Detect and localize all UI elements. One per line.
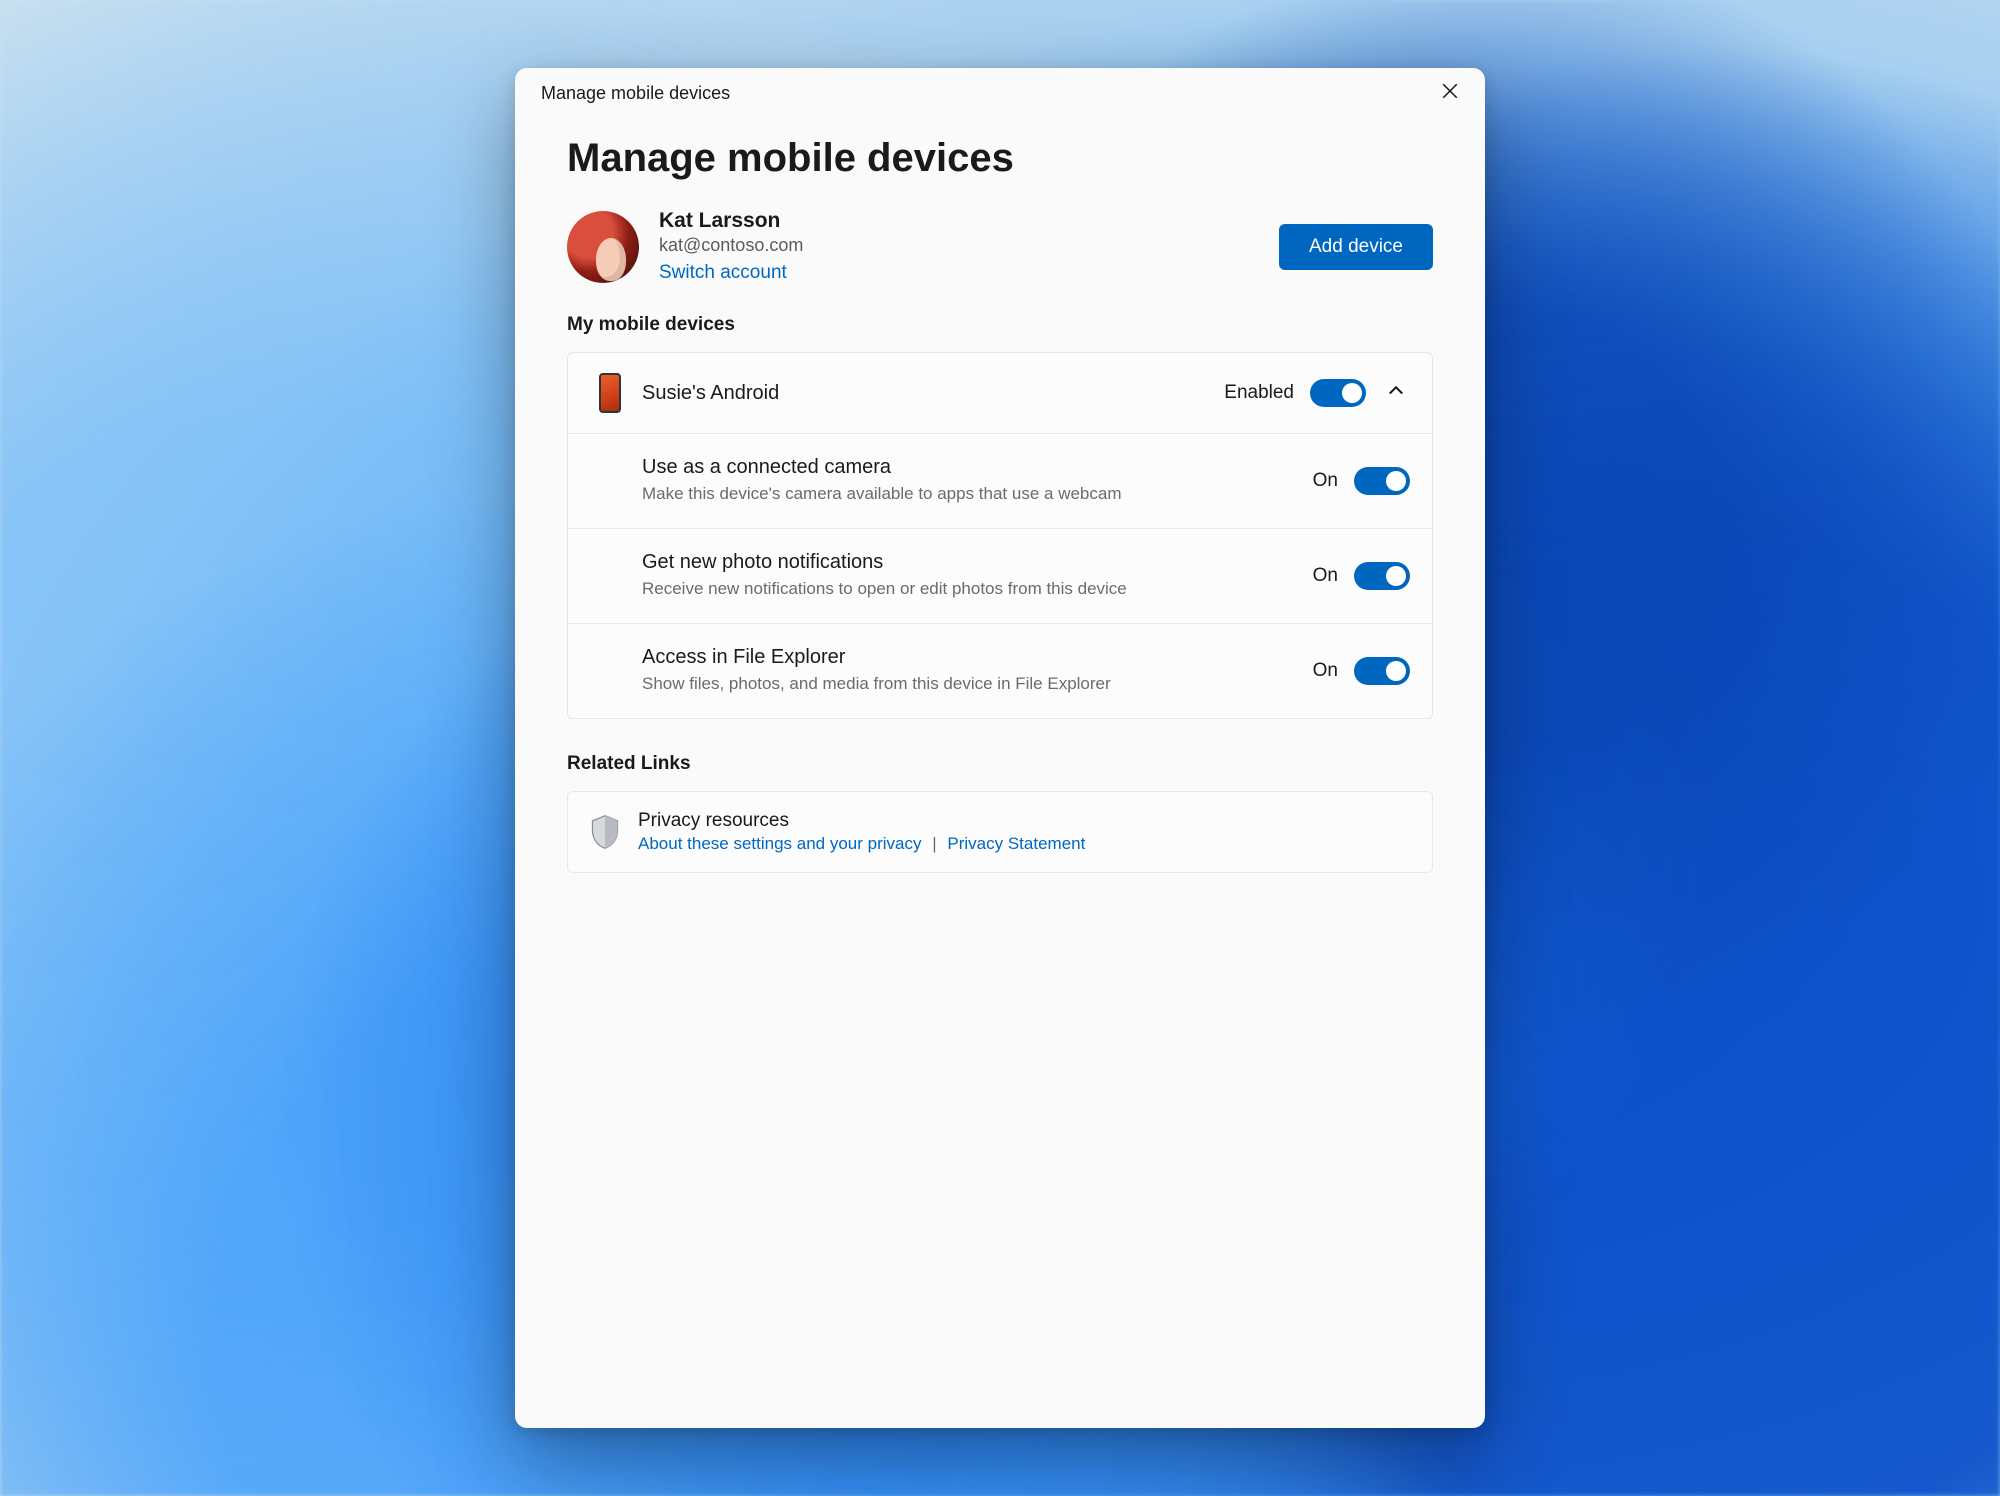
window-title: Manage mobile devices xyxy=(541,83,730,104)
setting-subtitle: Receive new notifications to open or edi… xyxy=(642,578,1313,601)
privacy-statement-link[interactable]: Privacy Statement xyxy=(947,834,1085,853)
devices-section-label: My mobile devices xyxy=(567,314,1433,336)
setting-photo-notifications: Get new photo notifications Receive new … xyxy=(568,528,1432,623)
avatar xyxy=(567,211,639,283)
page-title: Manage mobile devices xyxy=(567,136,1433,181)
setting-state-label: On xyxy=(1313,470,1338,492)
manage-mobile-devices-window: Manage mobile devices Manage mobile devi… xyxy=(515,68,1485,1428)
setting-subtitle: Make this device's camera available to a… xyxy=(642,483,1313,506)
related-links: About these settings and your privacy | … xyxy=(638,834,1085,854)
account-email: kat@contoso.com xyxy=(659,235,803,256)
collapse-device-button[interactable] xyxy=(1382,379,1410,407)
setting-file-explorer-access: Access in File Explorer Show files, phot… xyxy=(568,623,1432,718)
account-info: Kat Larsson kat@contoso.com Switch accou… xyxy=(659,209,803,284)
file-explorer-access-toggle[interactable] xyxy=(1354,657,1410,685)
account-row: Kat Larsson kat@contoso.com Switch accou… xyxy=(567,209,1433,284)
photo-notifications-toggle[interactable] xyxy=(1354,562,1410,590)
privacy-about-link[interactable]: About these settings and your privacy xyxy=(638,834,922,853)
device-enabled-toggle[interactable] xyxy=(1310,379,1366,407)
device-name: Susie's Android xyxy=(642,382,1224,405)
device-state-label: Enabled xyxy=(1224,382,1294,404)
related-links-card: Privacy resources About these settings a… xyxy=(567,791,1433,873)
content-area: Manage mobile devices Kat Larsson kat@co… xyxy=(515,118,1485,1428)
switch-account-link[interactable]: Switch account xyxy=(659,262,803,284)
phone-icon xyxy=(590,373,630,413)
related-section-label: Related Links xyxy=(567,753,1433,775)
device-header-row[interactable]: Susie's Android Enabled xyxy=(568,353,1432,433)
account-info-group: Kat Larsson kat@contoso.com Switch accou… xyxy=(567,209,803,284)
related-title: Privacy resources xyxy=(638,810,1085,832)
close-icon xyxy=(1441,82,1459,105)
connected-camera-toggle[interactable] xyxy=(1354,467,1410,495)
separator: | xyxy=(932,834,936,853)
setting-title: Access in File Explorer xyxy=(642,646,1313,669)
setting-state-label: On xyxy=(1313,660,1338,682)
setting-title: Use as a connected camera xyxy=(642,456,1313,479)
setting-state-label: On xyxy=(1313,565,1338,587)
devices-card: Susie's Android Enabled xyxy=(567,352,1433,719)
close-button[interactable] xyxy=(1437,80,1463,106)
setting-subtitle: Show files, photos, and media from this … xyxy=(642,673,1313,696)
setting-connected-camera: Use as a connected camera Make this devi… xyxy=(568,433,1432,528)
setting-title: Get new photo notifications xyxy=(642,551,1313,574)
shield-icon xyxy=(590,814,620,850)
chevron-up-icon xyxy=(1386,381,1406,406)
account-name: Kat Larsson xyxy=(659,209,803,233)
add-device-button[interactable]: Add device xyxy=(1279,224,1433,270)
titlebar: Manage mobile devices xyxy=(515,68,1485,118)
